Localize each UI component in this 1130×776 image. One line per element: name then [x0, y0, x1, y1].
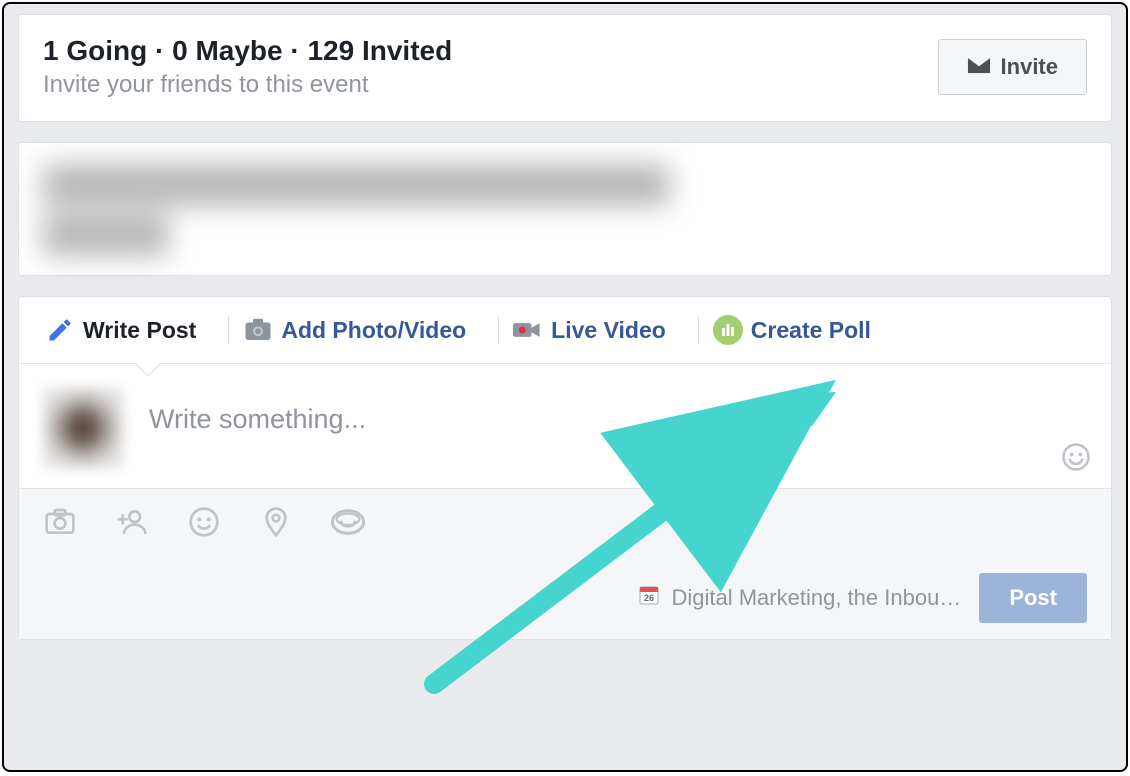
event-tag-label: Digital Marketing, the Inbou… [671, 585, 961, 611]
compose-input[interactable] [149, 388, 849, 435]
tab-divider [228, 316, 229, 344]
event-stats-text: 1 Going · 0 Maybe · 129 Invited Invite y… [43, 35, 452, 99]
tab-live-video[interactable]: Live Video [509, 315, 684, 363]
envelope-icon [967, 54, 991, 80]
emoji-picker-button[interactable] [1061, 442, 1091, 472]
tab-poll-label: Create Poll [751, 317, 871, 344]
post-composer: Write Post Add Photo/Video Live Video [18, 296, 1112, 640]
camera-icon [243, 315, 273, 345]
event-tag[interactable]: 26 Digital Marketing, the Inbou… [637, 583, 961, 613]
post-button[interactable]: Post [979, 573, 1087, 623]
pencil-icon [45, 315, 75, 345]
event-invite-subtext: Invite your friends to this event [43, 71, 452, 99]
event-attendance-summary: 1 Going · 0 Maybe · 129 Invited [43, 35, 452, 67]
tab-write-label: Write Post [83, 317, 196, 344]
event-stats-card: 1 Going · 0 Maybe · 129 Invited Invite y… [18, 14, 1112, 122]
camcorder-icon [513, 315, 543, 345]
feeling-activity-icon[interactable] [187, 505, 221, 539]
invite-button[interactable]: Invite [938, 39, 1087, 95]
tab-create-poll[interactable]: Create Poll [709, 315, 889, 363]
event-description-card [18, 142, 1112, 276]
tab-write-post[interactable]: Write Post [41, 315, 214, 363]
tag-friends-icon[interactable] [115, 505, 149, 539]
check-in-icon[interactable] [259, 505, 293, 539]
calendar-icon: 26 [637, 583, 661, 613]
compose-area [19, 364, 1111, 488]
tab-add-photo-video[interactable]: Add Photo/Video [239, 315, 484, 363]
tab-divider [698, 316, 699, 344]
svg-text:26: 26 [644, 593, 654, 603]
gif-sticker-icon[interactable] [331, 505, 365, 539]
tab-divider [498, 316, 499, 344]
post-button-label: Post [1009, 585, 1057, 610]
add-photo-icon[interactable] [43, 505, 77, 539]
blurred-description-text [43, 165, 1087, 255]
tab-photo-label: Add Photo/Video [281, 317, 466, 344]
invite-button-label: Invite [1001, 54, 1058, 80]
poll-icon [713, 315, 743, 345]
composer-footer: 26 Digital Marketing, the Inbou… Post [19, 488, 1111, 639]
tab-live-label: Live Video [551, 317, 666, 344]
composer-tabs: Write Post Add Photo/Video Live Video [19, 297, 1111, 364]
composer-attachment-icons [43, 505, 1087, 539]
avatar [43, 388, 123, 468]
